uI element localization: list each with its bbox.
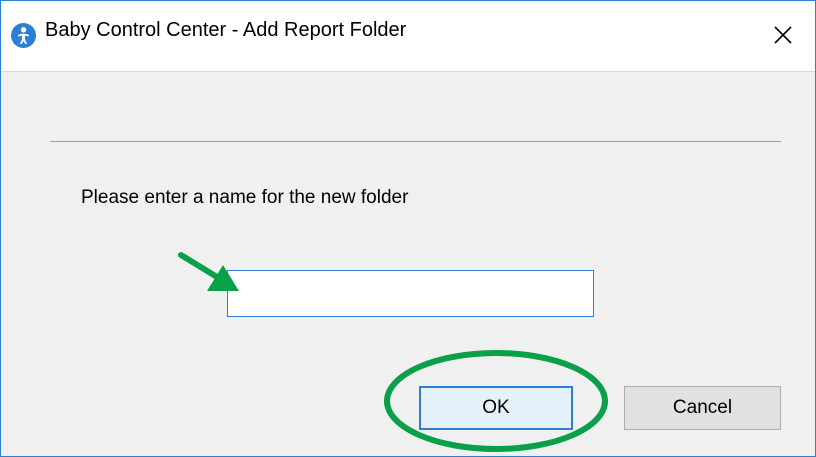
window-title: Baby Control Center - Add Report Folder (45, 19, 407, 41)
folder-name-prompt: Please enter a name for the new folder (81, 187, 409, 208)
title-bar[interactable]: Baby Control Center - Add Report Folder (1, 1, 815, 72)
folder-name-input[interactable] (227, 270, 594, 317)
green-arrow-annotation (178, 252, 239, 291)
baby-app-icon (11, 23, 36, 48)
separator-line (50, 141, 781, 142)
green-ellipse-annotation (384, 350, 608, 452)
close-icon (774, 26, 792, 44)
dialog-window: Baby Control Center - Add Report Folder … (0, 0, 816, 457)
cancel-button[interactable]: Cancel (624, 386, 781, 430)
close-button[interactable] (763, 15, 803, 55)
